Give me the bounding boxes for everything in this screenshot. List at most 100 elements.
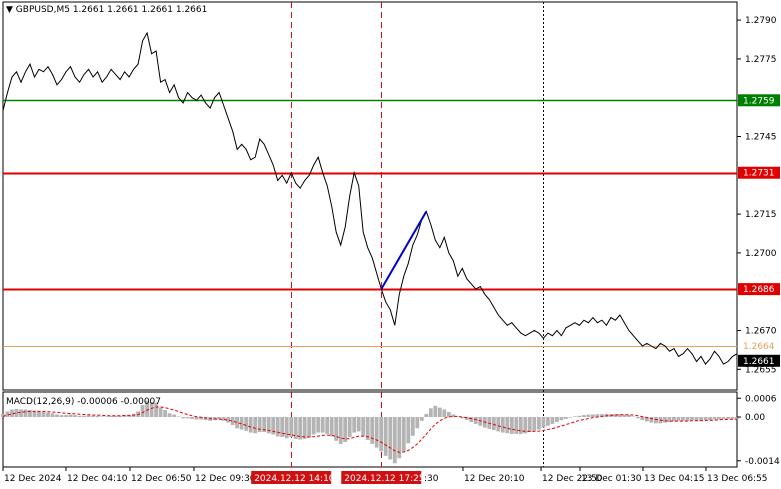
macd-histogram-bar — [64, 415, 68, 417]
macd-histogram-bar — [559, 417, 564, 421]
macd-histogram-bar — [181, 417, 185, 419]
macd-histogram-bar — [717, 417, 721, 420]
macd-histogram-bar — [568, 417, 573, 418]
macd-histogram-bar — [77, 415, 82, 418]
price-axis-label: 1.2700 — [745, 249, 777, 259]
macd-histogram-bar — [577, 415, 582, 418]
macd-histogram-bar — [5, 411, 10, 417]
macd-histogram-bar — [591, 414, 595, 417]
macd-histogram-bar — [194, 417, 199, 420]
macd-histogram-bar — [379, 417, 384, 452]
macd-histogram-bar — [437, 407, 442, 417]
macd-histogram-bar — [555, 417, 559, 422]
macd-histogram-bar — [573, 416, 577, 417]
macd-histogram-bar — [663, 417, 667, 423]
macd-histogram-bar — [370, 417, 375, 444]
macd-histogram-bar — [37, 411, 41, 417]
macd-histogram-bar — [410, 417, 415, 436]
macd-histogram-bar — [329, 417, 334, 437]
macd-histogram-bar — [419, 417, 424, 421]
macd-signal-line — [2, 406, 737, 453]
price-axis-label: 1.2655 — [745, 365, 777, 375]
macd-histogram-bar — [586, 414, 591, 417]
time-axis-label: 12 Dec 09:30 — [195, 474, 256, 484]
macd-histogram-bar — [185, 417, 190, 419]
macd-histogram-bar — [514, 417, 519, 434]
macd-histogram-bar — [676, 417, 681, 421]
macd-histogram-bar — [708, 417, 712, 421]
symbol-ohlc: GBPUSD,M5 1.2661 1.2661 1.2661 1.2661 — [15, 5, 208, 15]
marker-time-label: 2024.12.12 17:25 — [344, 474, 424, 484]
macd-histogram-bar — [23, 409, 28, 417]
triangle-down-icon[interactable]: ▼ — [6, 5, 13, 15]
macd-histogram-bar — [564, 417, 568, 419]
macd-histogram-bar — [104, 416, 109, 417]
macd-axis-label: 0.00 — [745, 413, 765, 423]
price-axis-label: 1.2790 — [745, 16, 777, 26]
macd-histogram-bar — [446, 412, 451, 417]
time-axis-label: 13 Dec 04:15 — [644, 474, 705, 484]
macd-histogram-bar — [478, 417, 483, 426]
macd-histogram-bar — [518, 417, 523, 434]
macd-histogram-bar — [91, 415, 95, 418]
macd-axis-label: 0.0006 — [745, 394, 777, 404]
macd-histogram-bar — [401, 417, 406, 452]
macd-histogram-bar — [253, 417, 258, 434]
macd-histogram-bar — [248, 417, 253, 433]
macd-histogram-bar — [167, 413, 172, 418]
macd-histogram-bar — [284, 417, 289, 439]
macd-histogram-bar — [428, 408, 433, 418]
macd-histogram-bar — [86, 415, 91, 417]
macd-histogram-bar — [68, 414, 73, 417]
level-tag-label: 1.2759 — [743, 96, 775, 106]
macd-histogram-bar — [338, 417, 343, 444]
macd-histogram-bar — [82, 415, 86, 418]
time-axis[interactable]: 12 Dec 2024 12 Dec 04:10 12 Dec 06:50 12 De… — [2, 467, 768, 484]
price-axis-label: 1.2715 — [745, 210, 777, 220]
macd-histogram-bar — [712, 417, 717, 420]
macd-histogram-bar — [59, 415, 64, 417]
macd-histogram-bar — [636, 417, 640, 419]
macd-histogram-bar — [424, 413, 429, 417]
horizontal-levels — [3, 99, 737, 347]
macd-histogram-bar — [50, 413, 55, 418]
price-axis-label: 1.2775 — [745, 55, 777, 65]
macd-histogram-bar — [505, 417, 510, 434]
macd-histogram-bar — [681, 417, 685, 421]
macd-histogram-bar — [546, 417, 550, 426]
macd-histogram-bar — [325, 417, 330, 434]
macd-histogram-bar — [19, 409, 23, 417]
macd-histogram-bar — [95, 415, 100, 418]
price-series — [2, 31, 738, 365]
macd-histogram-bar — [158, 407, 163, 417]
macd-histogram-bar — [163, 410, 167, 417]
macd-histogram-bar — [361, 417, 366, 436]
macd-histogram-bar — [631, 416, 636, 417]
current-price-label: 1.2661 — [743, 357, 775, 367]
macd-histogram-bar — [55, 414, 59, 417]
price-axis[interactable]: 1.2790 1.2775 1.2745 1.2715 1.2700 1.2670 1.26… — [737, 16, 780, 467]
level-tag-label: 1.2664 — [743, 342, 775, 352]
macd-histogram-bar — [347, 417, 352, 437]
macd-histogram-bar — [703, 417, 708, 421]
macd-axis-label: -0.0014 — [745, 457, 780, 467]
macd-histogram-bar — [491, 417, 496, 431]
price-line — [2, 31, 738, 365]
macd-histogram-bar — [172, 414, 176, 417]
macd-histogram-bar — [46, 412, 50, 417]
price-axis-label: 1.2670 — [745, 327, 777, 337]
macd-histogram-bar — [316, 417, 321, 433]
time-axis-label: 12 Dec 06:50 — [131, 474, 192, 484]
macd-histogram-bar — [532, 417, 537, 431]
chart-header: ▼ GBPUSD,M5 1.2661 1.2661 1.2661 1.2661 — [6, 5, 207, 15]
macd-histogram-bar — [730, 417, 735, 419]
macd-histogram-bar — [388, 417, 393, 460]
level-tag-label: 1.2731 — [743, 169, 775, 179]
macd-histogram-bar — [721, 417, 726, 419]
macd-histogram-bar — [383, 417, 388, 456]
macd-histogram-bar — [176, 416, 181, 417]
macd-histogram-bar — [356, 417, 361, 432]
macd-histogram-bar — [257, 417, 262, 432]
time-axis-label: :30 — [424, 474, 439, 484]
macd-histogram-bar — [392, 417, 397, 464]
